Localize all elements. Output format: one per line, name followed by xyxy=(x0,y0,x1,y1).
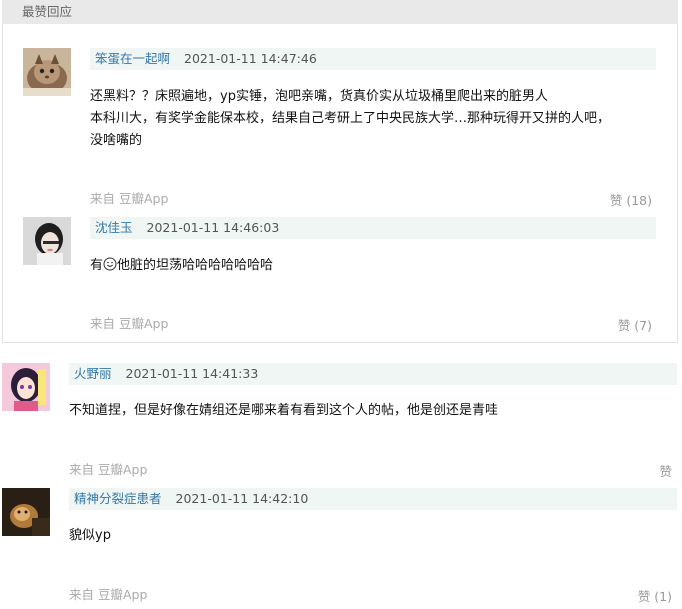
app-link[interactable]: 豆瓣App xyxy=(98,587,147,602)
best-comments-box xyxy=(2,24,678,343)
comment-text-line: 还黑料？？床照遍地，yp实锤，泡吧亲嘴，货真价实从垃圾桶里爬出来的脏男人 xyxy=(90,89,548,104)
author-link[interactable]: 笨蛋在一起啊 xyxy=(95,51,170,66)
vote-button[interactable]: 赞 (7) xyxy=(618,315,652,334)
vote-button[interactable]: 赞 (1) xyxy=(638,586,672,605)
source-label: 来自 豆瓣App xyxy=(69,584,147,603)
anime-girl-avatar-icon[interactable] xyxy=(2,363,50,411)
timestamp: 2021-01-11 14:46:03 xyxy=(146,220,280,235)
comment-meta: 笨蛋在一起啊 2021-01-11 14:47:46 xyxy=(90,48,656,70)
timestamp: 2021-01-11 14:41:33 xyxy=(125,366,259,381)
timestamp: 2021-01-11 14:42:10 xyxy=(175,491,309,506)
author-link[interactable]: 精神分裂症患者 xyxy=(74,491,162,506)
author-link[interactable]: 火野丽 xyxy=(74,366,112,381)
app-link[interactable]: 豆瓣App xyxy=(119,191,168,206)
source-prefix: 来自 xyxy=(90,316,116,331)
app-link[interactable]: 豆瓣App xyxy=(119,316,168,331)
vote-button[interactable]: 赞 xyxy=(659,461,672,480)
cat-avatar-icon[interactable] xyxy=(23,48,71,96)
dark-photo-avatar-icon[interactable] xyxy=(2,488,50,536)
author-link[interactable]: 沈佳玉 xyxy=(95,220,133,235)
comment-text-part: 他脏的坦荡哈哈哈哈哈哈哈 xyxy=(117,258,274,273)
source-prefix: 来自 xyxy=(69,587,95,602)
comment-text: 还黑料？？床照遍地，yp实锤，泡吧亲嘴，货真价实从垃圾桶里爬出来的脏男人 本科川… xyxy=(90,86,610,152)
comment-meta: 火野丽 2021-01-11 14:41:33 xyxy=(69,363,677,385)
source-label: 来自 豆瓣App xyxy=(90,188,168,207)
comment-text: 有他脏的坦荡哈哈哈哈哈哈哈 xyxy=(90,255,273,277)
comment-meta: 沈佳玉 2021-01-11 14:46:03 xyxy=(90,217,656,239)
source-label: 来自 豆瓣App xyxy=(90,313,168,332)
source-label: 来自 豆瓣App xyxy=(69,459,147,478)
girl-photo-avatar-icon[interactable] xyxy=(23,217,71,265)
app-link[interactable]: 豆瓣App xyxy=(98,462,147,477)
comment-text-line: 没啥嘴的 xyxy=(90,133,143,148)
timestamp: 2021-01-11 14:47:46 xyxy=(184,51,317,66)
comment-text-line: 本科川大，有奖学金能保本校，结果自己考研上了中央民族大学…那种玩得开又拼的人吧， xyxy=(90,111,611,126)
vote-button[interactable]: 赞 (18) xyxy=(610,190,652,209)
comment-text: 貌似yp xyxy=(69,528,111,543)
comment-text: 不知道捏，但是好像在婧组还是哪来着有看到这个人的帖，他是创还是青哇 xyxy=(69,403,499,418)
comment-text-part: 有 xyxy=(90,258,104,273)
source-prefix: 来自 xyxy=(90,191,116,206)
comment-meta: 精神分裂症患者 2021-01-11 14:42:10 xyxy=(69,488,677,510)
source-prefix: 来自 xyxy=(69,462,95,477)
smile-emoji-icon xyxy=(103,257,117,271)
section-title: 最赞回应 xyxy=(2,0,678,24)
